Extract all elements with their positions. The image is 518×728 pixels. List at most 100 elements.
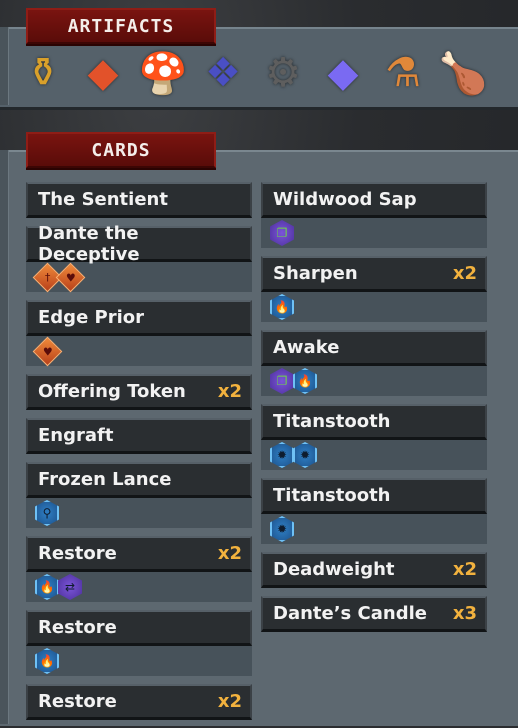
duplicate-icon: ❐	[270, 368, 294, 394]
card-enchantments: ❐	[261, 218, 487, 248]
card-count: x2	[452, 263, 477, 284]
card-title-bar[interactable]: The Sentient	[26, 182, 252, 218]
enchantment-badge[interactable]: ❐	[269, 220, 295, 246]
card-title-bar[interactable]: Offering Token x2	[26, 374, 252, 410]
spike-burst-icon-glyph: ✹	[276, 522, 288, 536]
card-name: Wildwood Sap	[273, 189, 417, 210]
card-item[interactable]: Deadweight x2	[261, 552, 487, 588]
card-title-bar[interactable]: Awake	[261, 330, 487, 366]
artifacts-header: ARTIFACTS	[26, 8, 216, 44]
duplicate-icon-glyph: ❐	[276, 374, 288, 388]
card-name: Dante’s Candle	[273, 603, 427, 624]
enchantment-badge[interactable]: ✹	[269, 516, 295, 542]
card-title-bar[interactable]: Edge Prior	[26, 300, 252, 336]
flame-icon-glyph: 🔥	[274, 300, 290, 314]
card-item[interactable]: Restore x2	[26, 684, 252, 720]
enchantment-badge[interactable]: ⇄	[57, 574, 83, 600]
enchantment-badge[interactable]: ✹	[292, 442, 318, 468]
spike-burst-icon: ✹	[293, 442, 317, 468]
card-title-bar[interactable]: Sharpen x2	[261, 256, 487, 292]
lance-icon-glyph: ⚲	[42, 506, 52, 520]
card-item[interactable]: Restore 🔥	[26, 610, 252, 676]
heart-icon: ♥	[32, 336, 62, 366]
card-item[interactable]: Engraft	[26, 418, 252, 454]
card-title-bar[interactable]: Dante’s Candle x3	[261, 596, 487, 632]
enchantment-badge[interactable]: 🔥	[292, 368, 318, 394]
card-item[interactable]: Edge Prior ♥	[26, 300, 252, 366]
flame-icon-glyph: 🔥	[39, 580, 55, 594]
enchantment-badge[interactable]: ♥	[55, 262, 85, 292]
flame-icon: 🔥	[35, 574, 59, 600]
card-item[interactable]: Dante the Deceptive † ♥	[26, 223, 252, 292]
card-name: Deadweight	[273, 559, 395, 580]
card-enchantments: 🔥	[261, 292, 487, 322]
card-name: Titanstooth	[273, 485, 391, 506]
transfer-icon-glyph: ⇄	[64, 580, 76, 594]
enchantment-badge[interactable]: ♥	[32, 336, 62, 366]
card-item[interactable]: Awake ❐ 🔥	[261, 330, 487, 396]
card-name: Sharpen	[273, 263, 358, 284]
card-title-bar[interactable]: Restore	[26, 610, 252, 646]
cards-title: CARDS	[91, 139, 151, 161]
card-enchantments: 🔥	[26, 646, 252, 676]
spike-burst-icon: ✹	[270, 516, 294, 542]
heart-icon-glyph: ♥	[65, 270, 75, 284]
spike-burst-icon-glyph: ✹	[276, 448, 288, 462]
card-enchantments: ❐ 🔥	[261, 366, 487, 396]
drumstick-artifact[interactable]: 🍗	[434, 44, 492, 102]
red-mushroom-artifact[interactable]: 🍄	[134, 44, 192, 102]
card-title-bar[interactable]: Deadweight x2	[261, 552, 487, 588]
card-item[interactable]: The Sentient	[26, 182, 252, 218]
card-name: Titanstooth	[273, 411, 391, 432]
card-title-bar[interactable]: Frozen Lance	[26, 462, 252, 498]
card-title-bar[interactable]: Dante the Deceptive	[26, 223, 252, 265]
cards-panel-rail	[0, 150, 9, 724]
golden-coffin-artifact[interactable]: ⚱	[14, 44, 72, 102]
enchantment-badge[interactable]: ⚲	[34, 500, 60, 526]
red-crystal-artifact[interactable]: ◆	[74, 44, 132, 102]
vine-pipe-artifact[interactable]: ⚙	[254, 44, 312, 102]
card-enchantments: ✹ ✹	[261, 440, 487, 470]
card-item[interactable]: Titanstooth ✹ ✹	[261, 404, 487, 470]
sword-icon-glyph: †	[44, 270, 50, 284]
card-item[interactable]: Frozen Lance ⚲	[26, 462, 252, 528]
card-name: Restore	[38, 691, 117, 712]
card-enchantments: ♥	[26, 336, 252, 366]
heart-icon: ♥	[55, 262, 85, 292]
card-item[interactable]: Restore x2 🔥 ⇄	[26, 536, 252, 602]
flame-icon-glyph: 🔥	[39, 654, 55, 668]
card-title-bar[interactable]: Wildwood Sap	[261, 182, 487, 218]
card-name: Restore	[38, 617, 117, 638]
enchantment-badge[interactable]: 🔥	[269, 294, 295, 320]
card-title-bar[interactable]: Titanstooth	[261, 478, 487, 514]
drumstick-icon: 🍗	[438, 50, 488, 97]
enchantment-badge[interactable]: 🔥	[34, 648, 60, 674]
card-item[interactable]: Wildwood Sap ❐	[261, 182, 487, 248]
flame-icon: 🔥	[293, 368, 317, 394]
spike-burst-icon: ✹	[270, 442, 294, 468]
heart-icon-glyph: ♥	[42, 344, 52, 358]
card-title-bar[interactable]: Engraft	[26, 418, 252, 454]
artifacts-panel-rail	[0, 27, 9, 105]
flame-icon-glyph: 🔥	[297, 374, 313, 388]
card-title-bar[interactable]: Restore x2	[26, 684, 252, 720]
lantern-flask-artifact[interactable]: ⚗	[374, 44, 432, 102]
vine-pipe-icon: ⚙	[265, 50, 301, 96]
card-count: x2	[217, 543, 242, 564]
card-item[interactable]: Titanstooth ✹	[261, 478, 487, 544]
card-item[interactable]: Dante’s Candle x3	[261, 596, 487, 632]
artifacts-title: ARTIFACTS	[67, 15, 175, 37]
card-name: Restore	[38, 543, 117, 564]
card-enchantments: ✹	[261, 514, 487, 544]
card-item[interactable]: Sharpen x2 🔥	[261, 256, 487, 322]
card-enchantments: ⚲	[26, 498, 252, 528]
blue-cloak-artifact[interactable]: ❖	[194, 44, 252, 102]
golden-coffin-icon: ⚱	[26, 50, 60, 96]
card-title-bar[interactable]: Restore x2	[26, 536, 252, 572]
flame-icon: 🔥	[35, 648, 59, 674]
card-item[interactable]: Offering Token x2	[26, 374, 252, 410]
red-mushroom-icon: 🍄	[138, 50, 188, 97]
purple-crystal-artifact[interactable]: ◆	[314, 44, 372, 102]
card-title-bar[interactable]: Titanstooth	[261, 404, 487, 440]
card-count: x3	[452, 603, 477, 624]
